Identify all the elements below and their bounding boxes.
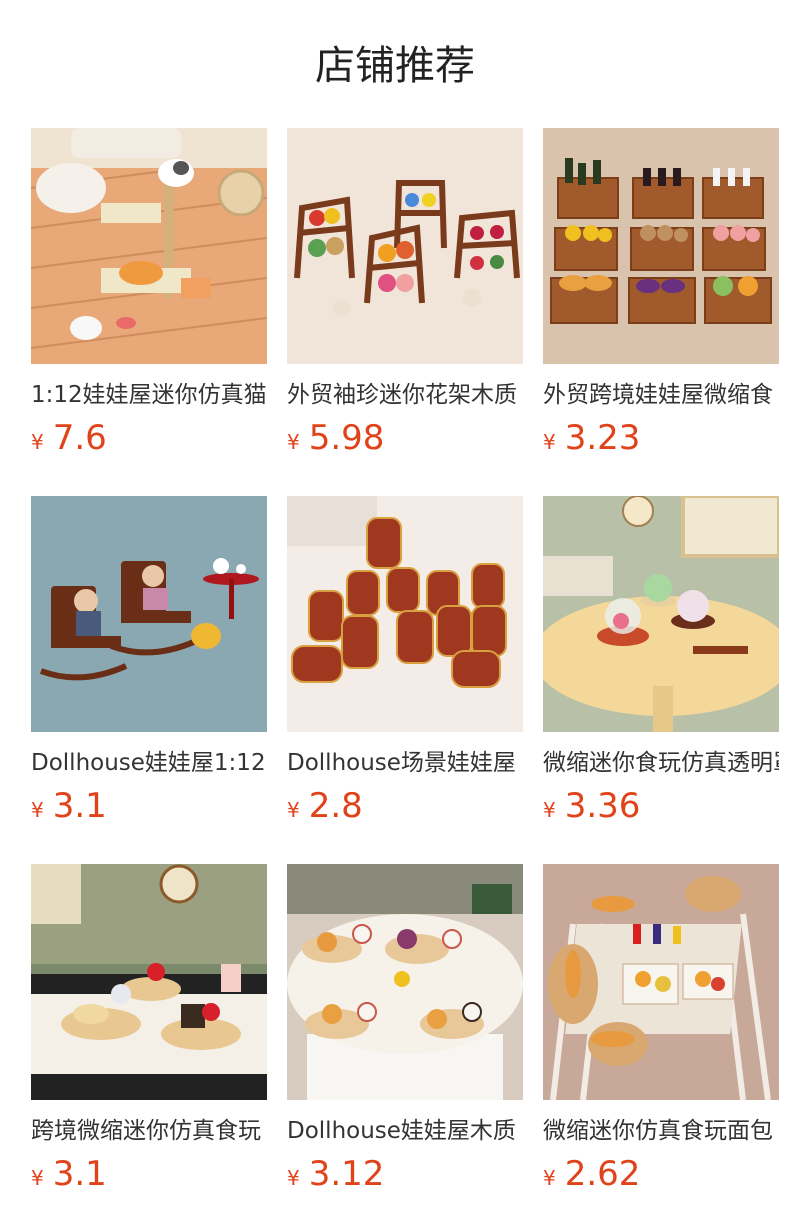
- product-name[interactable]: 外贸袖珍迷你花架木质: [287, 378, 523, 412]
- price-value: 3.1: [52, 786, 107, 826]
- price-value: 5.98: [308, 418, 385, 458]
- product-image[interactable]: [543, 128, 779, 364]
- product-image[interactable]: [543, 864, 779, 1100]
- product-grid: 1:12娃娃屋迷你仿真猫 ¥7.6 外贸袖珍迷你花架木质 ¥ 5.98 外贸跨境…: [31, 128, 781, 1208]
- price-value: 3.1: [52, 1154, 107, 1194]
- price-value: 3.12: [308, 1154, 385, 1194]
- product-price: ¥3.23: [543, 416, 640, 460]
- product-price: ¥3.12: [287, 1152, 384, 1196]
- product-card-6[interactable]: 微缩迷你食玩仿真透明罩 ¥3.36: [543, 496, 779, 826]
- price-value: 3.36: [564, 786, 641, 826]
- product-card-5[interactable]: Dollhouse场景娃娃屋 ¥2.8: [287, 496, 523, 826]
- product-image[interactable]: [287, 864, 523, 1100]
- product-name[interactable]: 外贸跨境娃娃屋微缩食: [543, 378, 779, 412]
- product-name[interactable]: Dollhouse场景娃娃屋: [287, 746, 523, 780]
- product-image[interactable]: [543, 496, 779, 732]
- product-price: ¥3.36: [543, 784, 640, 828]
- currency-symbol: ¥: [543, 1166, 556, 1190]
- page-title: 店铺推荐: [315, 43, 475, 89]
- product-image[interactable]: [31, 864, 267, 1100]
- currency-symbol: ¥: [31, 430, 44, 454]
- currency-symbol: ¥: [543, 798, 556, 822]
- product-price: ¥3.1: [31, 784, 107, 828]
- product-card-4[interactable]: Dollhouse娃娃屋1:12 ¥3.1: [31, 496, 267, 826]
- product-price: ¥2.62: [543, 1152, 640, 1196]
- product-card-2[interactable]: 外贸袖珍迷你花架木质 ¥5.98: [287, 128, 523, 458]
- product-name[interactable]: 微缩迷你食玩仿真透明罩: [543, 746, 779, 780]
- product-name[interactable]: Dollhouse娃娃屋1:12: [31, 746, 267, 780]
- currency-symbol: ¥: [287, 1166, 300, 1190]
- product-card-3[interactable]: 外贸跨境娃娃屋微缩食 ¥3.23: [543, 128, 779, 458]
- currency-symbol: ¥: [287, 798, 300, 822]
- product-price: ¥7.6: [31, 416, 107, 460]
- product-card-7[interactable]: 跨境微缩迷你仿真食玩 ¥3.1: [31, 864, 267, 1194]
- product-name[interactable]: 1:12娃娃屋迷你仿真猫: [31, 378, 267, 412]
- product-card-9[interactable]: 微缩迷你仿真食玩面包 ¥2.62: [543, 864, 779, 1194]
- product-name[interactable]: Dollhouse娃娃屋木质: [287, 1114, 523, 1148]
- product-image[interactable]: [31, 128, 267, 364]
- currency-symbol: ¥: [31, 1166, 44, 1190]
- product-name[interactable]: 微缩迷你仿真食玩面包: [543, 1114, 779, 1148]
- product-price: ¥2.8: [287, 784, 363, 828]
- product-price: ¥5.98: [287, 416, 384, 460]
- currency-symbol: ¥: [543, 430, 556, 454]
- price-value: 2.62: [564, 1154, 641, 1194]
- product-image[interactable]: [287, 496, 523, 732]
- product-name[interactable]: 跨境微缩迷你仿真食玩: [31, 1114, 267, 1148]
- price-value: 2.8: [308, 786, 363, 826]
- product-image[interactable]: [287, 128, 523, 364]
- currency-symbol: ¥: [287, 430, 300, 454]
- product-price: ¥3.1: [31, 1152, 107, 1196]
- price-value: 7.6: [52, 418, 107, 458]
- price-value: 3.23: [564, 418, 641, 458]
- product-card-8[interactable]: Dollhouse娃娃屋木质 ¥3.12: [287, 864, 523, 1194]
- currency-symbol: ¥: [31, 798, 44, 822]
- product-image[interactable]: [31, 496, 267, 732]
- product-card-1[interactable]: 1:12娃娃屋迷你仿真猫 ¥7.6: [31, 128, 267, 458]
